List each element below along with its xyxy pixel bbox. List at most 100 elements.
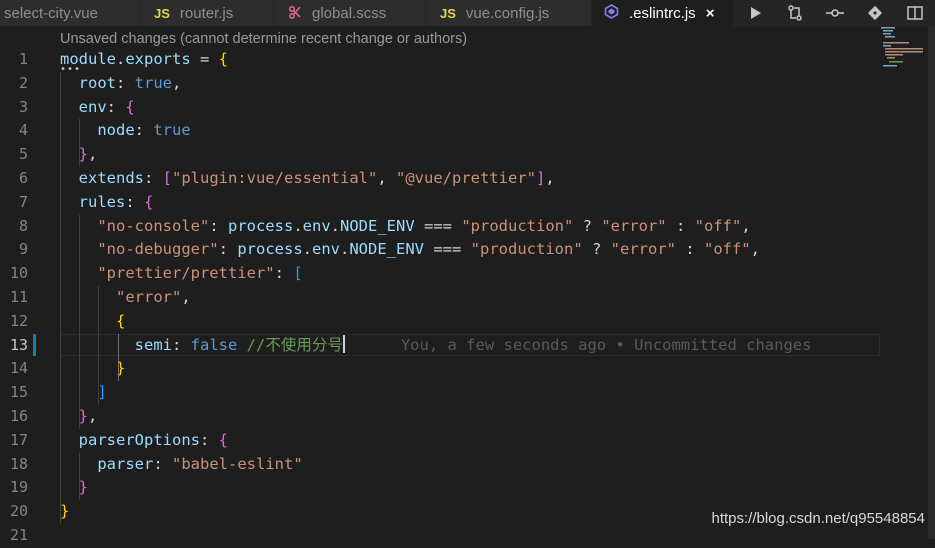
line-number: 14 [9, 359, 28, 378]
code-line[interactable]: "prettier/prettier": [ [60, 262, 811, 286]
code-line[interactable]: env: { [60, 96, 811, 120]
code-line[interactable]: }, [60, 405, 811, 429]
code-token: : [125, 192, 144, 211]
code-token: parser [60, 454, 154, 473]
code-token: process [227, 216, 294, 235]
code-token: "production" [461, 216, 574, 235]
tab-global-scss[interactable]: global.scss [274, 0, 426, 26]
line-number: 9 [18, 240, 28, 259]
code-line[interactable]: "no-debugger": process.env.NODE_ENV === … [60, 238, 811, 262]
code-token: : [171, 335, 191, 354]
code-token: : [106, 97, 126, 116]
code-token: : [675, 240, 704, 259]
line-number: 7 [18, 192, 28, 211]
code-token: env [60, 97, 107, 116]
code-token: "error" [610, 240, 676, 259]
codelens-hint[interactable]: Unsaved changes (cannot determine recent… [60, 31, 467, 47]
minimap[interactable] [880, 26, 928, 68]
git-icon[interactable] [855, 0, 895, 26]
code-token: . [302, 240, 312, 259]
codelens-dots: ••• [60, 64, 82, 75]
indent-guide [98, 286, 100, 405]
code-token: ? [573, 216, 602, 235]
code-line[interactable]: } [60, 357, 811, 381]
code-token: "production" [470, 240, 583, 259]
code-token: : [209, 216, 228, 235]
code-token: : [134, 121, 154, 140]
tab-eslintrc-js[interactable]: .eslintrc.js × [592, 0, 734, 26]
tab-router-js[interactable]: JS router.js [140, 0, 274, 26]
code-token: ? [582, 240, 611, 259]
code-token: root [60, 73, 116, 92]
line-number: 3 [18, 97, 28, 116]
code-token: : [218, 240, 238, 259]
code-token: { [125, 97, 135, 116]
code-token: { [218, 430, 228, 449]
code-line[interactable] [60, 524, 811, 548]
compare-icon[interactable] [815, 0, 855, 26]
code-token: { [116, 311, 126, 330]
code-token: false [190, 335, 238, 354]
line-number: 10 [9, 264, 28, 283]
code-token: exports [125, 50, 191, 68]
blame-gap [345, 336, 401, 354]
line-number: 12 [9, 311, 28, 330]
code-token: . [340, 240, 350, 259]
git-blame-annotation: You, a few seconds ago • Uncommitted cha… [400, 335, 812, 354]
code-token: env [312, 240, 340, 259]
line-number: 15 [9, 383, 28, 402]
code-token: : [153, 454, 172, 473]
code-line[interactable]: parser: "babel-eslint" [60, 453, 811, 477]
code-token: , [750, 240, 760, 259]
tab-label: .eslintrc.js [629, 4, 696, 22]
line-number: 1 [18, 50, 28, 68]
code-line[interactable]: }, [60, 143, 811, 167]
code-line[interactable]: ] [60, 381, 811, 405]
code-line[interactable]: "no-console": process.env.NODE_ENV === "… [60, 215, 811, 239]
code-token: "error" [116, 287, 182, 306]
run-icon[interactable] [735, 0, 775, 26]
line-number: 19 [9, 478, 28, 497]
eslint-icon [604, 4, 619, 22]
code-token: === [414, 216, 462, 235]
code-token: : [666, 216, 695, 235]
code-line[interactable]: } [60, 476, 811, 500]
code-line[interactable]: root: true, [60, 72, 811, 96]
code-line[interactable]: rules: { [60, 191, 811, 215]
code-editor[interactable]: module.exports = { root: true, env: { no… [60, 48, 811, 548]
tab-vue-config-js[interactable]: JS vue.config.js [426, 0, 592, 26]
indent-guide [79, 119, 81, 167]
editor-actions [735, 0, 935, 26]
code-token: : [274, 264, 294, 283]
code-line[interactable]: node: true [60, 119, 811, 143]
code-token: : [116, 73, 135, 92]
modified-line-indicator[interactable] [33, 334, 36, 356]
line-number: 16 [9, 406, 28, 425]
line-number: 17 [9, 430, 28, 449]
vertical-scrollbar[interactable] [928, 26, 935, 539]
indent-guide [60, 71, 61, 524]
code-line[interactable]: "error", [60, 286, 811, 310]
code-line[interactable]: module.exports = { [60, 48, 811, 72]
indent-guide [79, 452, 81, 501]
javascript-icon: JS [154, 5, 170, 21]
split-editor-icon[interactable] [895, 0, 935, 26]
code-line[interactable]: semi: false //不使用分号 You, a few seconds a… [60, 334, 811, 358]
code-line[interactable]: } [60, 500, 811, 524]
code-line[interactable]: parserOptions: { [60, 429, 811, 453]
code-token: semi [60, 335, 172, 354]
tab-select-city-vue[interactable]: select-city.vue [0, 0, 140, 26]
code-token: === [424, 240, 471, 259]
code-token: "off" [703, 240, 751, 259]
tab-label: select-city.vue [4, 4, 98, 22]
line-number: 13 [9, 335, 28, 354]
code-line[interactable]: extends: ["plugin:vue/essential", "@vue/… [60, 167, 811, 191]
code-token: extends [60, 168, 144, 187]
tab-label: router.js [179, 4, 234, 22]
close-icon[interactable]: × [706, 5, 715, 22]
code-line[interactable]: { [60, 310, 811, 334]
open-changes-icon[interactable] [775, 0, 815, 26]
